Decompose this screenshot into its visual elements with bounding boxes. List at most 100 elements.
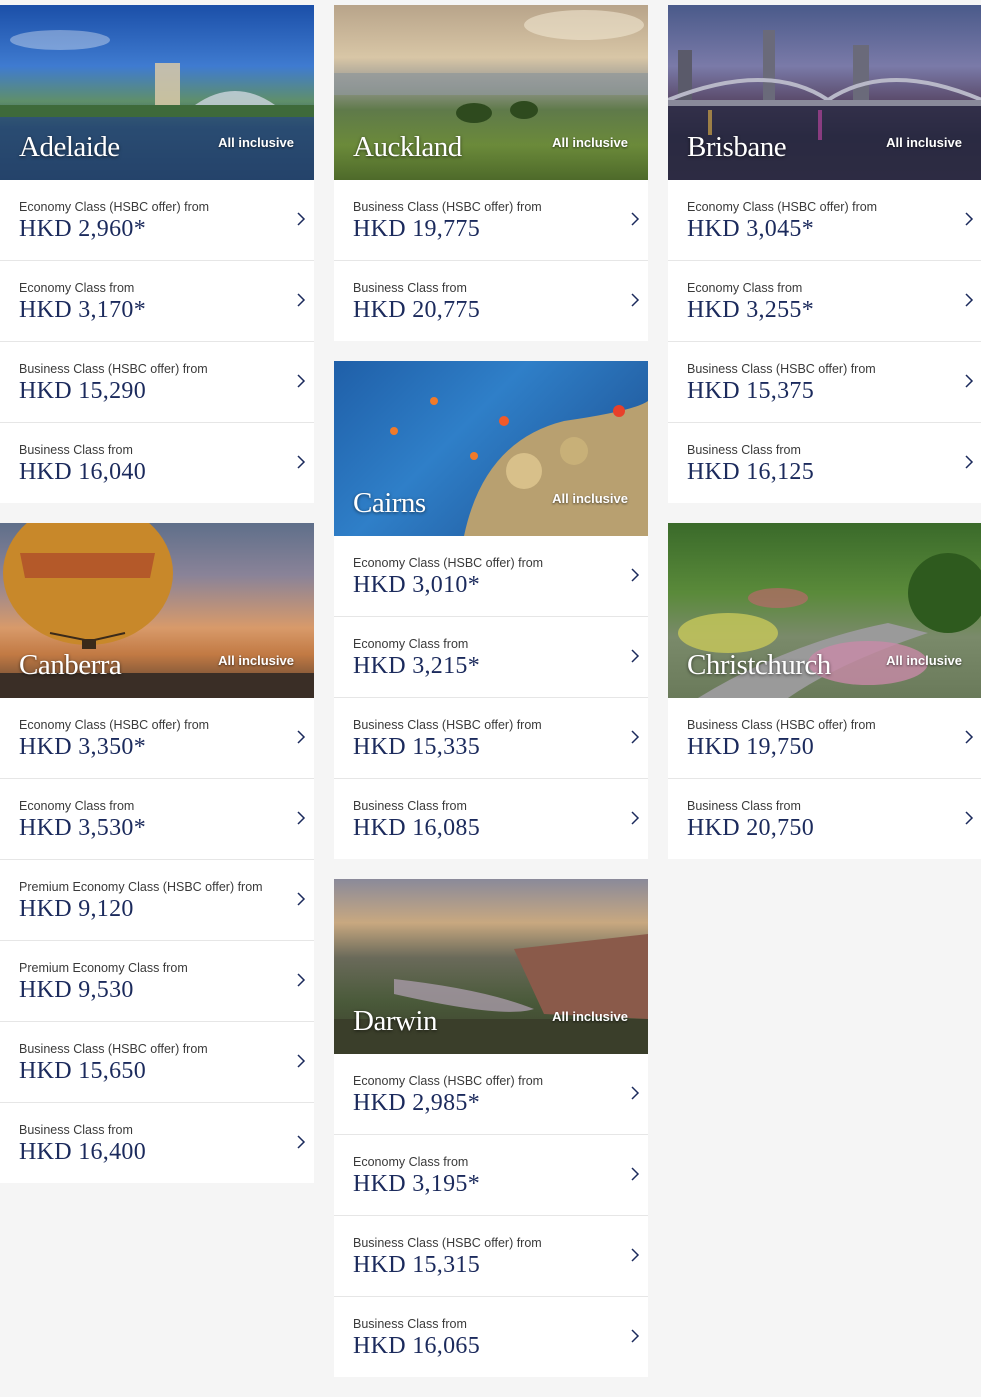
fare-label: Economy Class (HSBC offer) from: [353, 556, 544, 570]
fare-row[interactable]: Economy Class from HKD 3,195*: [334, 1135, 648, 1216]
destination-image[interactable]: Adelaide All inclusive: [0, 5, 314, 180]
column-right: Brisbane All inclusive Economy Class (HS…: [668, 5, 981, 879]
fare-row[interactable]: Business Class (HSBC offer) from HKD 15,…: [0, 1022, 314, 1103]
all-inclusive-badge: All inclusive: [552, 135, 628, 150]
fare-price: HKD 3,010*: [353, 572, 480, 598]
fare-row[interactable]: Business Class from HKD 16,085: [334, 779, 648, 859]
fare-row[interactable]: Business Class from HKD 16,040: [0, 423, 314, 503]
destination-image[interactable]: Brisbane All inclusive: [668, 5, 981, 180]
fare-row[interactable]: Business Class (HSBC offer) from HKD 15,…: [334, 1216, 648, 1297]
fare-price: HKD 15,290: [19, 378, 146, 404]
fare-label: Business Class (HSBC offer) from: [19, 362, 208, 376]
fare-label: Premium Economy Class (HSBC offer) from: [19, 880, 263, 894]
fare-price: HKD 3,045*: [687, 216, 814, 242]
fare-label: Economy Class from: [19, 799, 135, 813]
destination-image[interactable]: Canberra All inclusive: [0, 523, 314, 698]
destination-card-canberra: Canberra All inclusive Economy Class (HS…: [0, 523, 314, 1183]
chevron-right-icon: [296, 1135, 306, 1149]
destination-card-auckland: Auckland All inclusive Business Class (H…: [334, 5, 648, 341]
fare-price: HKD 2,985*: [353, 1090, 480, 1116]
fare-row[interactable]: Business Class (HSBC offer) from HKD 15,…: [668, 342, 981, 423]
fare-row[interactable]: Economy Class (HSBC offer) from HKD 3,04…: [668, 180, 981, 261]
fare-price: HKD 16,065: [353, 1333, 480, 1359]
all-inclusive-badge: All inclusive: [552, 1009, 628, 1024]
fare-row[interactable]: Premium Economy Class (HSBC offer) from …: [0, 860, 314, 941]
fare-row[interactable]: Business Class from HKD 20,775: [334, 261, 648, 341]
chevron-right-icon: [296, 1054, 306, 1068]
all-inclusive-badge: All inclusive: [552, 491, 628, 506]
fare-label: Business Class (HSBC offer) from: [353, 200, 542, 214]
fare-label: Economy Class (HSBC offer) from: [19, 200, 210, 214]
column-middle: Auckland All inclusive Business Class (H…: [334, 5, 648, 1397]
all-inclusive-badge: All inclusive: [218, 653, 294, 668]
fare-row[interactable]: Business Class from HKD 20,750: [668, 779, 981, 859]
city-name: Cairns: [353, 487, 426, 519]
all-inclusive-badge: All inclusive: [886, 135, 962, 150]
destination-image[interactable]: Auckland All inclusive: [334, 5, 648, 180]
fare-price: HKD 9,120: [19, 896, 134, 922]
fare-price: HKD 9,530: [19, 977, 134, 1003]
fare-price: HKD 19,775: [353, 216, 480, 242]
city-name: Brisbane: [687, 131, 787, 163]
chevron-right-icon: [630, 811, 640, 825]
destination-image[interactable]: Christchurch All inclusive: [668, 523, 981, 698]
fare-row[interactable]: Economy Class (HSBC offer) from HKD 2,98…: [334, 1054, 648, 1135]
fare-price: HKD 20,775: [353, 297, 480, 323]
fare-label: Business Class from: [353, 281, 467, 295]
destination-card-darwin: Darwin All inclusive Economy Class (HSBC…: [334, 879, 648, 1377]
destination-image[interactable]: Darwin All inclusive: [334, 879, 648, 1054]
fare-row[interactable]: Business Class from HKD 16,065: [334, 1297, 648, 1377]
chevron-right-icon: [630, 212, 640, 226]
destination-image[interactable]: Cairns All inclusive: [334, 361, 648, 536]
fare-row[interactable]: Economy Class (HSBC offer) from HKD 3,35…: [0, 698, 314, 779]
chevron-right-icon: [296, 973, 306, 987]
fare-row[interactable]: Business Class from HKD 16,400: [0, 1103, 314, 1183]
fare-row[interactable]: Business Class from HKD 16,125: [668, 423, 981, 503]
fare-label: Economy Class (HSBC offer) from: [19, 718, 210, 732]
fare-row[interactable]: Economy Class from HKD 3,215*: [334, 617, 648, 698]
fare-label: Business Class (HSBC offer) from: [687, 718, 876, 732]
chevron-right-icon: [296, 374, 306, 388]
chevron-right-icon: [630, 1329, 640, 1343]
fare-row[interactable]: Economy Class from HKD 3,170*: [0, 261, 314, 342]
city-name: Adelaide: [19, 131, 120, 163]
fare-label: Business Class from: [19, 1123, 133, 1137]
fare-price: HKD 16,040: [19, 459, 146, 485]
city-name: Christchurch: [687, 649, 831, 681]
fare-row[interactable]: Economy Class from HKD 3,530*: [0, 779, 314, 860]
chevron-right-icon: [964, 293, 974, 307]
fare-price: HKD 16,085: [353, 815, 480, 841]
fare-row[interactable]: Business Class (HSBC offer) from HKD 15,…: [334, 698, 648, 779]
fare-row[interactable]: Economy Class from HKD 3,255*: [668, 261, 981, 342]
fare-row[interactable]: Business Class (HSBC offer) from HKD 19,…: [668, 698, 981, 779]
fare-price: HKD 15,315: [353, 1252, 480, 1278]
chevron-right-icon: [630, 1248, 640, 1262]
fare-row[interactable]: Business Class (HSBC offer) from HKD 15,…: [0, 342, 314, 423]
destination-card-cairns: Cairns All inclusive Economy Class (HSBC…: [334, 361, 648, 859]
fare-label: Economy Class from: [353, 637, 469, 651]
fare-label: Business Class (HSBC offer) from: [353, 1236, 542, 1250]
city-name: Canberra: [19, 649, 122, 681]
fare-label: Economy Class (HSBC offer) from: [687, 200, 878, 214]
all-inclusive-badge: All inclusive: [886, 653, 962, 668]
fare-row[interactable]: Economy Class (HSBC offer) from HKD 2,96…: [0, 180, 314, 261]
fare-label: Economy Class from: [353, 1155, 469, 1169]
chevron-right-icon: [630, 649, 640, 663]
all-inclusive-badge: All inclusive: [218, 135, 294, 150]
fare-label: Business Class from: [353, 1317, 467, 1331]
city-name: Auckland: [353, 131, 462, 163]
fare-label: Economy Class (HSBC offer) from: [353, 1074, 544, 1088]
fare-label: Economy Class from: [19, 281, 135, 295]
fare-row[interactable]: Business Class (HSBC offer) from HKD 19,…: [334, 180, 648, 261]
chevron-right-icon: [630, 293, 640, 307]
fare-price: HKD 15,335: [353, 734, 480, 760]
fare-row[interactable]: Premium Economy Class from HKD 9,530: [0, 941, 314, 1022]
fare-row[interactable]: Economy Class (HSBC offer) from HKD 3,01…: [334, 536, 648, 617]
fare-price: HKD 3,530*: [19, 815, 146, 841]
chevron-right-icon: [964, 212, 974, 226]
destination-card-christchurch: Christchurch All inclusive Business Clas…: [668, 523, 981, 859]
fare-price: HKD 3,170*: [19, 297, 146, 323]
chevron-right-icon: [630, 568, 640, 582]
fare-price: HKD 3,195*: [353, 1171, 480, 1197]
chevron-right-icon: [296, 212, 306, 226]
